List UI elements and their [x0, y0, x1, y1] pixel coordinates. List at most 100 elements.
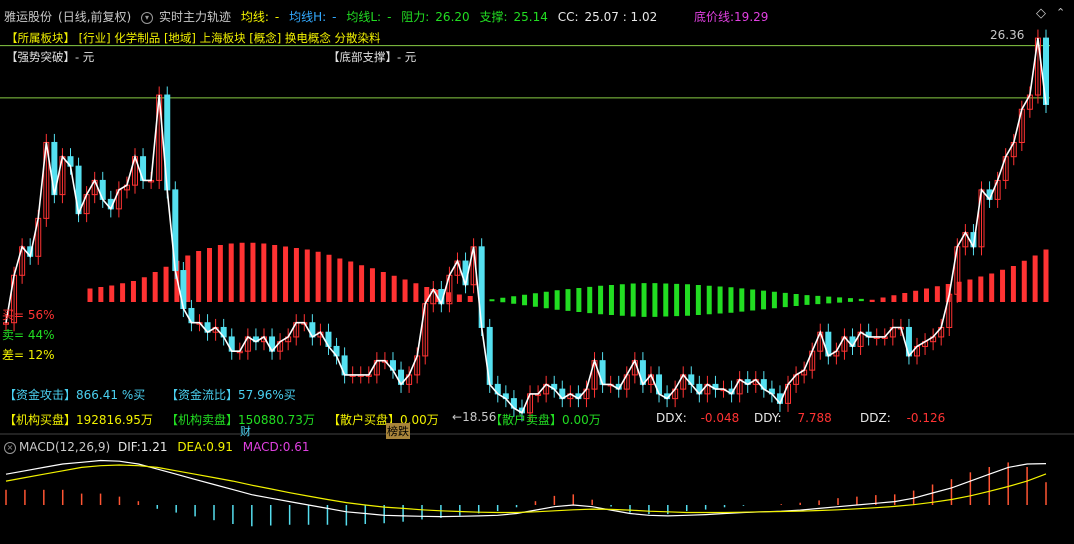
- ddy-label: DDY:: [754, 411, 782, 425]
- strength-bar: [728, 287, 734, 313]
- macd-header: × MACD(12,26,9) DIF:1.21 DEA:0.91 MACD:0.…: [4, 440, 309, 454]
- strength-bar: [315, 251, 321, 302]
- strength-bar: [239, 242, 245, 302]
- diamond-icon[interactable]: ◇: [1036, 6, 1046, 21]
- strength-bar: [934, 286, 940, 302]
- strength-bar: [717, 286, 723, 314]
- strength-bar: [706, 285, 712, 315]
- bangdie-marker[interactable]: 榜跌: [386, 423, 410, 439]
- ddy-value: 7.788: [797, 411, 832, 425]
- strength-bar: [380, 272, 386, 302]
- strength-bar: [304, 249, 310, 302]
- strength-bar: [348, 261, 354, 302]
- macd-value-label: MACD:: [242, 440, 283, 454]
- strength-bar: [1000, 269, 1006, 302]
- ddy: DDY: 7.788: [754, 411, 832, 425]
- strength-bar: [522, 294, 528, 306]
- strength-bar: [98, 287, 104, 302]
- ddz-label: DDZ:: [860, 411, 891, 425]
- strength-bar: [804, 295, 810, 305]
- strength-bar: [695, 285, 701, 315]
- stock-name[interactable]: 雅运股份: [4, 10, 52, 24]
- strength-bar: [847, 298, 853, 302]
- strength-bar: [283, 246, 289, 302]
- inst-sell-label: 【机构卖盘】: [166, 413, 239, 427]
- ddx-value: -0.048: [700, 411, 740, 425]
- strength-bar: [402, 279, 408, 302]
- strength-bar: [761, 290, 767, 310]
- strength-bar: [641, 283, 647, 317]
- dea-line: [5, 464, 1047, 514]
- sector-line: 【所属板块】 [行业] 化学制品 [地域] 上海板块 [概念] 换电概念 分散染…: [6, 31, 381, 45]
- strength-bar: [554, 290, 560, 310]
- strength-bar: [608, 285, 614, 315]
- low-price-value: 18.56: [462, 410, 497, 424]
- strength-bar: [87, 288, 93, 302]
- strength-bar: [217, 245, 223, 302]
- strength-bar: [1021, 260, 1027, 302]
- bottom-price-line: 底价线:19.29: [694, 8, 768, 25]
- strength-bar: [913, 290, 919, 302]
- strength-bar: [1010, 266, 1016, 302]
- indicator-name[interactable]: 实时主力轨迹: [159, 10, 231, 24]
- fund-attack: 【资金攻击】866.41 %买: [4, 386, 145, 403]
- strength-bar: [326, 254, 332, 302]
- strength-bar: [576, 288, 582, 312]
- close-icon[interactable]: ×: [4, 441, 16, 454]
- strength-bar: [413, 283, 419, 302]
- strength-bar: [1032, 255, 1038, 302]
- strength-bar: [196, 251, 202, 302]
- ratio-value: 57.96%买: [238, 388, 296, 402]
- diff-ratio: 差= 12%: [2, 348, 55, 362]
- retail-sell-label: 【散户卖盘】: [490, 413, 563, 427]
- inst-buy: 【机构买盘】192816.95万: [4, 411, 153, 428]
- strength-bar: [967, 279, 973, 302]
- strength-bar: [163, 266, 169, 302]
- strength-bar: [891, 295, 897, 302]
- strength-bar: [598, 285, 604, 315]
- dropdown-icon[interactable]: ▾: [141, 11, 154, 24]
- bottom-support: 【底部支撑】- 元: [328, 50, 417, 64]
- strength-bar: [815, 295, 821, 305]
- macd-label[interactable]: MACD(12,26,9): [19, 440, 110, 454]
- strength-bar: [685, 284, 690, 316]
- strength-bar: [250, 242, 256, 302]
- high-price-label: 26.36: [990, 28, 1025, 42]
- cai-marker[interactable]: 财: [240, 423, 251, 439]
- strength-bar: [1043, 249, 1049, 302]
- buy-ratio: 买= 56%: [2, 308, 55, 322]
- dea-value: 0.91: [206, 440, 233, 454]
- strength-bar: [152, 272, 158, 302]
- strength-bar: [109, 285, 115, 302]
- strength-bar: [880, 297, 886, 302]
- mah-value: -: [332, 10, 337, 24]
- strength-bar: [739, 288, 745, 312]
- strength-bar: [272, 245, 278, 302]
- period[interactable]: (日线,前复权): [58, 10, 131, 24]
- strength-bar: [989, 273, 995, 302]
- header-bar: 雅运股份 (日线,前复权) ▾ 实时主力轨迹 均线: - 均线H: - 均线L: - 阻力…: [0, 0, 1074, 32]
- strength-bar: [858, 298, 864, 302]
- strong-breakout: 【强势突破】- 元: [6, 50, 95, 64]
- strength-bar: [750, 289, 756, 311]
- ma-label: 均线:: [240, 10, 269, 24]
- strength-bar: [674, 283, 680, 317]
- strength-bar: [261, 243, 267, 302]
- strength-bar: [130, 281, 136, 302]
- strength-bar: [543, 291, 549, 309]
- chevron-up-icon[interactable]: ⌃: [1056, 6, 1065, 19]
- strength-bar: [619, 284, 625, 316]
- price-chart[interactable]: [0, 0, 1074, 544]
- retail-sell: 【散户卖盘】0.00万: [490, 411, 601, 428]
- strength-bar: [663, 283, 669, 317]
- strength-bar: [978, 276, 984, 302]
- mal-label: 均线L:: [346, 10, 382, 24]
- strength-bar: [293, 248, 299, 302]
- macd-value: 0.61: [282, 440, 310, 454]
- support-value: 25.14: [513, 10, 548, 24]
- sell-ratio: 卖= 44%: [2, 328, 55, 342]
- ma-value: -: [274, 10, 280, 24]
- cc-label: CC:: [557, 10, 579, 24]
- strength-bar: [141, 277, 147, 302]
- low-price-label: ←18.56: [452, 410, 497, 424]
